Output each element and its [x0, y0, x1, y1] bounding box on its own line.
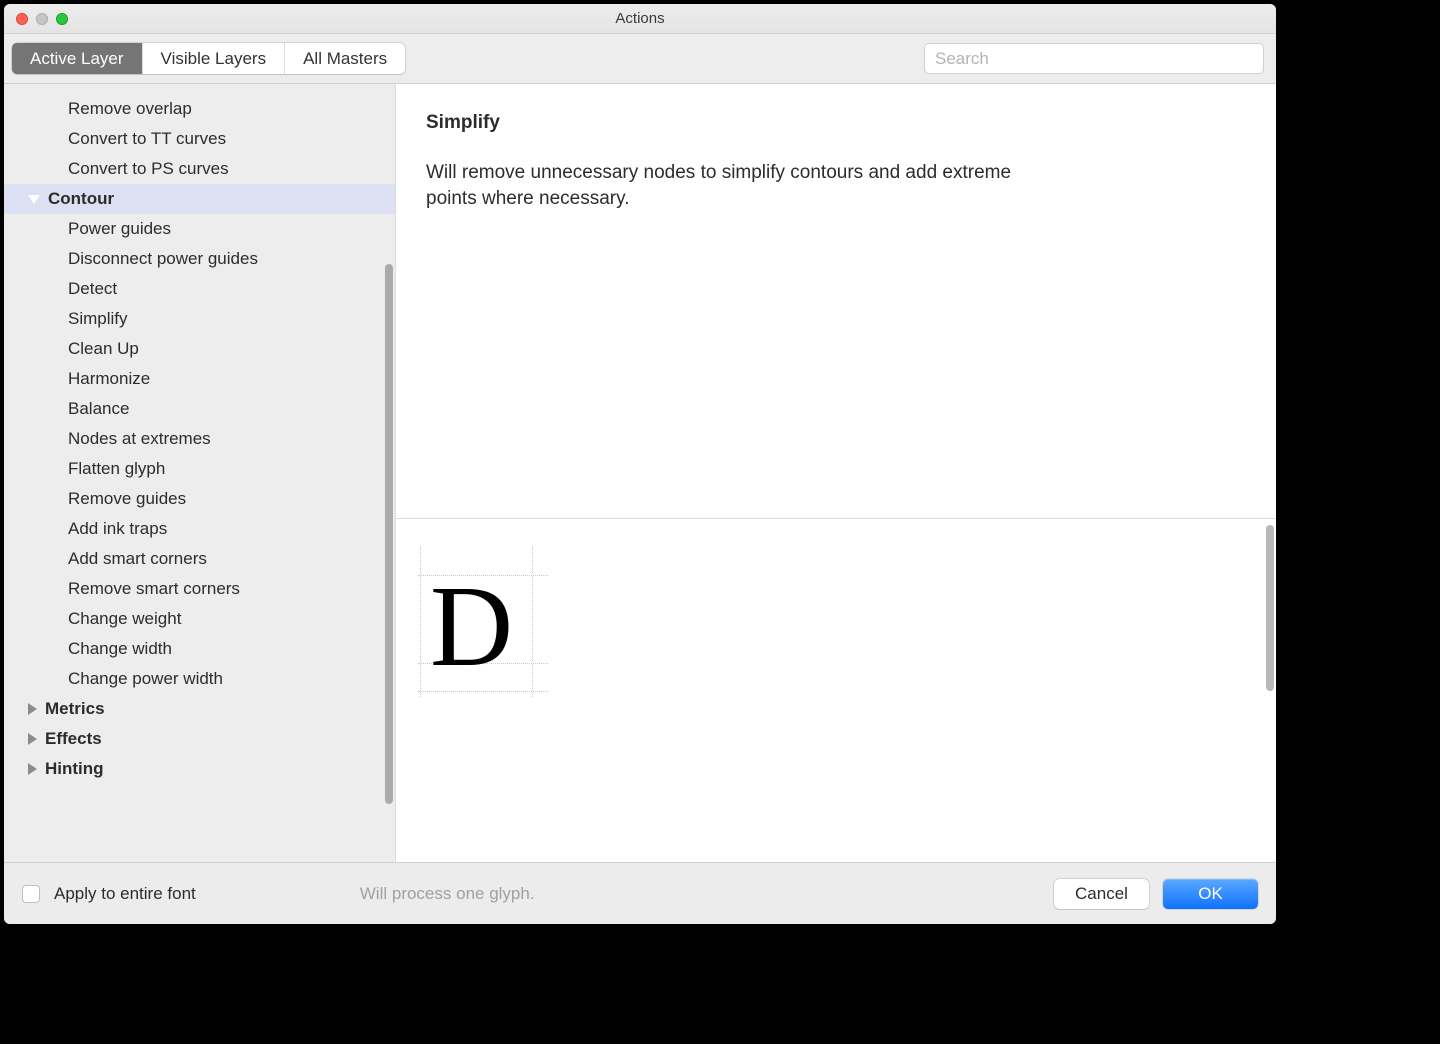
glyph-preview: D: [396, 518, 1276, 862]
segment-active-layer[interactable]: Active Layer: [12, 43, 143, 74]
segment-all-masters[interactable]: All Masters: [285, 43, 405, 74]
sidebar-scrollbar[interactable]: [385, 264, 393, 804]
apply-entire-font-checkbox[interactable]: [22, 885, 40, 903]
list-item[interactable]: Balance: [4, 394, 395, 424]
actions-window: Actions Active Layer Visible Layers All …: [4, 4, 1276, 924]
list-item[interactable]: Add ink traps: [4, 514, 395, 544]
detail-pane: Simplify Will remove unnecessary nodes t…: [396, 84, 1276, 862]
list-item[interactable]: Nodes at extremes: [4, 424, 395, 454]
chevron-right-icon: [28, 703, 37, 715]
list-item[interactable]: Detect: [4, 274, 395, 304]
list-item[interactable]: Harmonize: [4, 364, 395, 394]
category-effects[interactable]: Effects: [4, 724, 395, 754]
search-input[interactable]: [924, 43, 1264, 74]
list-item[interactable]: Change power width: [4, 664, 395, 694]
action-title: Simplify: [426, 112, 1246, 134]
category-label: Hinting: [45, 759, 104, 779]
list-item[interactable]: Power guides: [4, 214, 395, 244]
ok-button[interactable]: OK: [1163, 879, 1258, 909]
chevron-down-icon: [28, 195, 40, 204]
list-item[interactable]: Remove overlap: [4, 94, 395, 124]
list-item[interactable]: Convert to TT curves: [4, 124, 395, 154]
list-item[interactable]: Flatten glyph: [4, 454, 395, 484]
titlebar: Actions: [4, 4, 1276, 34]
status-text: Will process one glyph.: [360, 884, 535, 904]
toolbar: Active Layer Visible Layers All Masters: [4, 34, 1276, 84]
list-item[interactable]: Change weight: [4, 604, 395, 634]
list-item[interactable]: Remove guides: [4, 484, 395, 514]
list-item[interactable]: Clean Up: [4, 334, 395, 364]
cancel-button[interactable]: Cancel: [1054, 879, 1149, 909]
window-title: Actions: [4, 10, 1276, 27]
category-label: Effects: [45, 729, 102, 749]
chevron-right-icon: [28, 733, 37, 745]
category-label: Metrics: [45, 699, 105, 719]
footer: Apply to entire font Will process one gl…: [4, 862, 1276, 924]
list-item[interactable]: Disconnect power guides: [4, 244, 395, 274]
action-description: Will remove unnecessary nodes to simplif…: [426, 160, 1016, 211]
preview-glyph: D: [430, 569, 513, 684]
list-item[interactable]: Remove smart corners: [4, 574, 395, 604]
actions-sidebar: Remove overlap Convert to TT curves Conv…: [4, 84, 396, 862]
list-item[interactable]: Convert to PS curves: [4, 154, 395, 184]
category-metrics[interactable]: Metrics: [4, 694, 395, 724]
main-area: Remove overlap Convert to TT curves Conv…: [4, 84, 1276, 862]
chevron-right-icon: [28, 763, 37, 775]
preview-scrollbar[interactable]: [1266, 525, 1274, 691]
actions-tree: Remove overlap Convert to TT curves Conv…: [4, 84, 395, 794]
glyph-box: D: [418, 547, 548, 697]
apply-entire-font-label: Apply to entire font: [54, 884, 196, 904]
segment-visible-layers[interactable]: Visible Layers: [143, 43, 286, 74]
scope-segmented-control: Active Layer Visible Layers All Masters: [12, 43, 405, 74]
category-hinting[interactable]: Hinting: [4, 754, 395, 784]
description-area: Simplify Will remove unnecessary nodes t…: [396, 84, 1276, 231]
category-label: Contour: [48, 189, 114, 209]
category-contour[interactable]: Contour: [4, 184, 395, 214]
list-item[interactable]: Simplify: [4, 304, 395, 334]
list-item[interactable]: Add smart corners: [4, 544, 395, 574]
list-item[interactable]: Change width: [4, 634, 395, 664]
